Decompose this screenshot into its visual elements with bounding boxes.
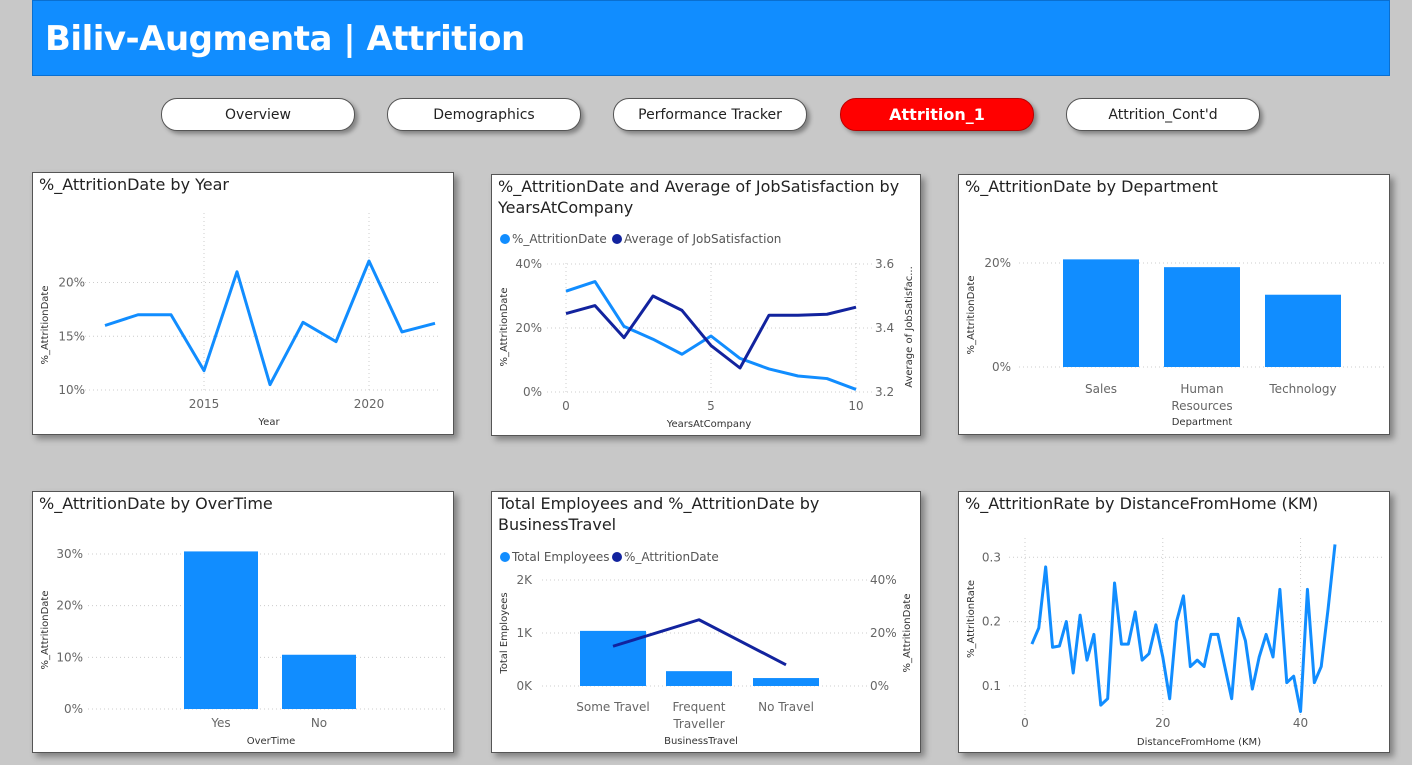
chart-attrition-by-department[interactable]: 0% 20% Sales Human Resources Technology Depart… <box>958 174 1390 435</box>
x-tick-label: No Travel <box>758 700 814 714</box>
chart-attrition-by-department-plot: 0% 20% Sales Human Resources Technology Depart… <box>966 256 1384 428</box>
x-tick-label: Resources <box>1171 399 1232 413</box>
x-tick-label: 10 <box>848 399 863 413</box>
y-axis-label: Total Employees <box>499 592 510 674</box>
x-tick-label: 2020 <box>354 397 385 411</box>
x-tick-label: 20 <box>1155 716 1170 730</box>
y2-tick-label: 0% <box>870 679 889 693</box>
x-axis-label: Year <box>257 417 280 428</box>
chart-title: %_AttritionDate by OverTime <box>39 494 273 513</box>
y2-tick-label: 3.4 <box>875 321 894 335</box>
y2-tick-label: 40% <box>870 573 897 587</box>
y-axis-label: %_AttritionRate <box>966 580 977 658</box>
legend-marker <box>612 552 622 562</box>
legend-label: %_AttritionDate <box>624 550 719 564</box>
bar <box>184 551 258 709</box>
chart-attrition-by-overtime[interactable]: 0% 10% 20% 30% Yes No OverTime %_AttritionDate … <box>32 491 454 753</box>
x-tick-label: Sales <box>1085 382 1117 396</box>
bar <box>753 678 819 686</box>
x-tick-label: 40 <box>1293 716 1308 730</box>
chart-title: Total Employees and %_AttritionDate by B… <box>498 494 820 534</box>
tab-performance-tracker[interactable]: Performance Tracker <box>613 98 807 131</box>
bar <box>282 654 356 709</box>
bar <box>1063 259 1139 367</box>
y-tick-label: 0% <box>64 702 83 716</box>
chart-attrition-by-distance-plot: 0.1 0.2 0.3 0 20 40 DistanceFromHome (KM) %_Att… <box>966 538 1384 748</box>
y-axis-label: %_AttritionDate <box>40 286 51 365</box>
legend-marker <box>500 552 510 562</box>
x-tick-label: 2015 <box>189 397 220 411</box>
chart-employees-attrition-by-travel[interactable]: Total Employees %_AttritionDate 0K 1K 2K 0% 20… <box>491 491 921 753</box>
chart-attrition-by-overtime-plot: 0% 10% 20% 30% Yes No OverTime %_AttritionDate <box>40 547 447 747</box>
bar <box>1265 294 1341 367</box>
x-tick-label: 0 <box>1021 716 1029 730</box>
y-tick-label: 20% <box>984 256 1011 270</box>
x-tick-label: No <box>311 716 327 730</box>
x-axis-label: Department <box>1172 417 1233 428</box>
chart-attrition-by-year-plot: 10% 15% 20% 2015 2020 Year %_AttritionDate <box>40 213 441 428</box>
y-tick-label: 0% <box>992 360 1011 374</box>
header-banner: Biliv-Augmenta | Attrition <box>32 0 1390 76</box>
y-axis-label: %_AttritionDate <box>499 288 510 367</box>
x-tick-label: 5 <box>707 399 715 413</box>
chart-title: %_AttritionRate by DistanceFromHome (KM) <box>965 494 1319 513</box>
y-tick-label: 1K <box>516 626 533 640</box>
y-axis-label: %_AttritionDate <box>902 594 913 673</box>
chart-title: %_AttritionDate by Year <box>39 175 229 194</box>
dashboard-title: Biliv-Augmenta | Attrition <box>45 19 525 59</box>
chart-title: %_AttritionDate and Average of JobSatisf… <box>498 177 900 217</box>
y-tick-label: 10% <box>56 650 83 664</box>
y-tick-label: 0% <box>523 385 542 399</box>
y-tick-label: 0K <box>516 679 533 693</box>
y-tick-label: 0.2 <box>982 615 1001 629</box>
legend-marker <box>500 234 510 244</box>
x-axis-label: YearsAtCompany <box>666 419 752 430</box>
chart-attrition-by-years-at-company[interactable]: %_AttritionDate Average of JobSatisfactio… <box>491 174 921 436</box>
y-tick-label: 10% <box>58 383 85 397</box>
x-tick-label: 0 <box>562 399 570 413</box>
x-tick-label: Technology <box>1268 382 1336 396</box>
y-axis-label: Average of JobSatisfac... <box>904 266 915 388</box>
x-tick-label: Yes <box>210 716 230 730</box>
tab-attrition-1[interactable]: Attrition_1 <box>840 98 1034 131</box>
x-axis-label: BusinessTravel <box>664 736 738 747</box>
y-tick-label: 20% <box>58 276 85 290</box>
y2-tick-label: 3.6 <box>875 257 894 271</box>
legend-label: Average of JobSatisfaction <box>624 232 781 246</box>
chart-title: %_AttritionDate by Department <box>965 177 1218 196</box>
y-tick-label: 2K <box>516 573 533 587</box>
chart-attrition-by-year[interactable]: 10% 15% 20% 2015 2020 Year %_AttritionDate %_A… <box>32 172 454 435</box>
y-axis-label: %_AttritionDate <box>40 591 51 670</box>
y-tick-label: 20% <box>515 321 542 335</box>
y-tick-label: 0.3 <box>982 550 1001 564</box>
x-axis-label: OverTime <box>247 736 296 747</box>
legend-label: Total Employees <box>511 550 610 564</box>
series-line-attrition <box>565 280 857 391</box>
y-tick-label: 40% <box>515 257 542 271</box>
y-axis-label: %_AttritionDate <box>966 276 977 355</box>
x-tick-label: Human <box>1180 382 1223 396</box>
tab-attrition-contd[interactable]: Attrition_Cont'd <box>1066 98 1260 131</box>
bar <box>1164 267 1240 367</box>
series-line <box>104 259 436 387</box>
tab-demographics[interactable]: Demographics <box>387 98 581 131</box>
tab-overview[interactable]: Overview <box>161 98 355 131</box>
x-tick-label: Some Travel <box>576 700 650 714</box>
y-tick-label: 0.1 <box>982 679 1001 693</box>
y-tick-label: 20% <box>56 599 83 613</box>
legend-label: %_AttritionDate <box>512 232 607 246</box>
chart-attrition-by-distance[interactable]: 0.1 0.2 0.3 0 20 40 DistanceFromHome (KM) %_Att… <box>958 491 1390 753</box>
legend-marker <box>612 234 622 244</box>
x-axis-label: DistanceFromHome (KM) <box>1137 737 1261 748</box>
x-tick-label: Frequent <box>673 700 726 714</box>
series-line <box>1030 544 1337 714</box>
y2-tick-label: 3.2 <box>875 385 894 399</box>
y-tick-label: 15% <box>58 329 85 343</box>
bar <box>666 671 732 686</box>
y-tick-label: 30% <box>56 547 83 561</box>
x-tick-label: Traveller <box>672 717 724 731</box>
y2-tick-label: 20% <box>870 626 897 640</box>
